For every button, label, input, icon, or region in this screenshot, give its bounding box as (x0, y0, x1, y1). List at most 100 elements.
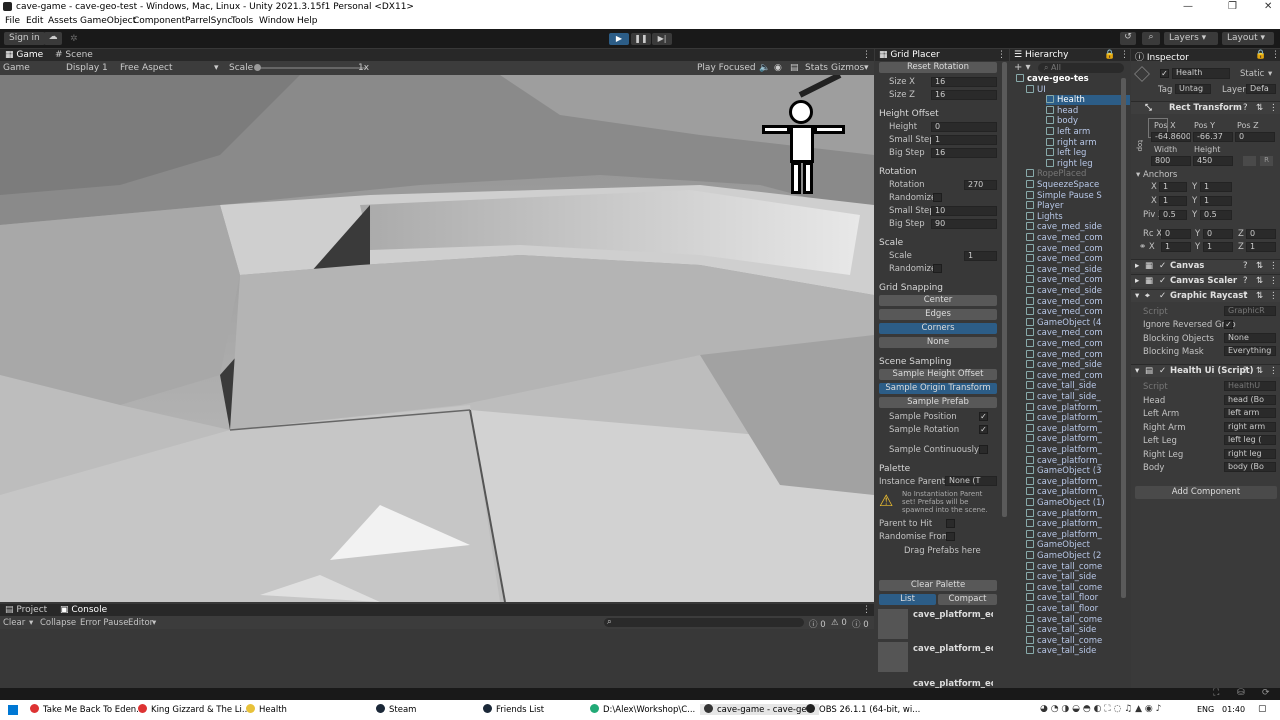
grid-placer-title[interactable]: ▦ Grid Placer (879, 50, 940, 60)
hierarchy-item[interactable]: cave_med_side (1026, 360, 1102, 370)
canvas-scaler-foldout-icon[interactable]: ▸ (1135, 276, 1139, 286)
inspector-menu-icon[interactable]: ⋮ (1271, 50, 1280, 60)
canvas-scaler-menu-icon[interactable]: ⋮ (1269, 276, 1278, 286)
visibility-icon[interactable]: ◉ (774, 63, 782, 73)
pivot-y-field[interactable]: 0.5 (1200, 210, 1232, 220)
panel-menu-icon[interactable]: ⋮ (862, 50, 871, 60)
menu-edit[interactable]: Edit (26, 16, 43, 26)
log-count[interactable]: ⓘ 0 (809, 618, 826, 630)
editor-chevron-icon[interactable]: ▾ (152, 618, 156, 628)
gameobject-name-field[interactable]: Health (1172, 68, 1230, 79)
menu-component[interactable]: Component (133, 16, 185, 26)
canvas-scaler-settings-icon[interactable]: ⇅ (1256, 276, 1263, 286)
error-count[interactable]: ⓘ 0 (852, 618, 869, 630)
status-icon-1[interactable]: ⛶ (1213, 688, 1219, 698)
clear-button[interactable]: Clear (3, 618, 25, 628)
canvas-scaler-help-icon[interactable]: ? (1243, 276, 1248, 286)
search-icon[interactable]: ⌕ (1142, 32, 1160, 45)
small-step-field[interactable]: 1 (931, 135, 997, 145)
hierarchy-item[interactable]: cave_med_com (1026, 275, 1103, 285)
blueprint-mode-icon[interactable] (1243, 156, 1256, 166)
compact-view-button[interactable]: Compact (938, 594, 997, 605)
hierarchy-item[interactable]: cave_tall_come (1026, 614, 1102, 625)
minimize-icon[interactable]: — (1183, 1, 1193, 12)
hierarchy-item[interactable]: body (1046, 116, 1078, 126)
hierarchy-item[interactable]: GameObject (1) (1026, 498, 1105, 508)
pos-y-field[interactable]: -66.37 (1193, 132, 1233, 142)
reset-rotation-button[interactable]: Reset Rotation (879, 62, 997, 73)
game-viewport[interactable] (0, 75, 874, 602)
hierarchy-item[interactable]: cave_med_com (1026, 243, 1103, 254)
hierarchy-item[interactable]: RopePlaced (1026, 169, 1086, 179)
raycaster-enabled-checkbox[interactable]: ✓ (1159, 291, 1166, 301)
taskbar-task[interactable]: OBS 26.1.1 (64-bit, wi... (806, 704, 920, 715)
collab-icon[interactable]: ✲ (70, 34, 78, 44)
pivot-x-field[interactable]: 0.5 (1159, 210, 1187, 220)
display-mode-dropdown[interactable]: Game (3, 63, 30, 73)
pos-z-field[interactable]: 0 (1235, 132, 1275, 142)
rect-menu-icon[interactable]: ⋮ (1269, 103, 1278, 113)
history-icon[interactable]: ↺ (1120, 32, 1136, 45)
display-dropdown[interactable]: Display 1 (66, 63, 108, 73)
gizmos-dropdown[interactable]: Gizmos (831, 63, 864, 73)
health-ui-menu-icon[interactable]: ⋮ (1269, 366, 1278, 376)
taskbar-clock[interactable]: 01:40 (1222, 705, 1245, 714)
scale-slider[interactable] (256, 67, 366, 69)
hierarchy-item[interactable]: Lights (1026, 211, 1063, 222)
hierarchy-lock-icon[interactable]: 🔒 (1104, 50, 1115, 60)
palette-item-3[interactable]: cave_platform_edge (913, 679, 993, 688)
inspector-lock-icon[interactable]: 🔒 (1255, 50, 1266, 60)
sign-in-button[interactable]: Sign in (4, 32, 45, 45)
anchor-min-x-field[interactable]: 1 (1159, 182, 1187, 192)
hierarchy-item[interactable]: GameObject (4 (1026, 317, 1101, 328)
health-ui-settings-icon[interactable]: ⇅ (1256, 366, 1263, 376)
scale-y-field[interactable]: 1 (1203, 242, 1233, 252)
hierarchy-item[interactable]: cave_platform_ (1026, 529, 1102, 540)
width-field[interactable]: 800 (1151, 156, 1191, 166)
static-chevron-icon[interactable]: ▾ (1268, 69, 1272, 79)
scale-slider-thumb[interactable] (254, 64, 261, 71)
maximize-icon[interactable]: ❐ (1228, 1, 1237, 12)
menu-file[interactable]: File (5, 16, 20, 26)
menu-window[interactable]: Window (259, 16, 295, 26)
layer-dropdown[interactable]: Defa (1246, 84, 1276, 94)
taskbar-task[interactable]: King Gizzard & The Li... (138, 704, 250, 715)
hierarchy-item[interactable]: SqueezeSpace (1026, 180, 1099, 190)
hierarchy-item[interactable]: cave_tall_side (1026, 381, 1096, 391)
bottom-panel-menu-icon[interactable]: ⋮ (862, 605, 871, 615)
audio-icon[interactable]: 🔈 (759, 63, 770, 73)
layers-dropdown[interactable]: Layers ▾ (1164, 32, 1218, 45)
height-field-insp[interactable]: 450 (1193, 156, 1233, 166)
hierarchy-item[interactable]: cave_platform_ (1026, 519, 1102, 529)
hierarchy-item[interactable]: right leg (1046, 158, 1093, 169)
error-pause-button[interactable]: Error Pause (80, 618, 128, 628)
big-step-field[interactable]: 16 (931, 148, 997, 158)
blocking-mask-dropdown[interactable]: Everything (1224, 346, 1276, 356)
sample-rotation-checkbox[interactable]: ✓ (979, 425, 988, 434)
clear-palette-button[interactable]: Clear Palette (879, 580, 997, 591)
health-field-value[interactable]: left leg ( (1224, 435, 1276, 446)
inspector-title[interactable]: ⓘ Inspector (1135, 50, 1189, 63)
console-search-input[interactable] (604, 618, 804, 627)
tab-project[interactable]: ▤ Project (5, 605, 47, 615)
taskbar-task[interactable]: Steam (376, 704, 416, 715)
hierarchy-item[interactable]: cave_med_side (1026, 286, 1102, 296)
snap-center-button[interactable]: Center (879, 295, 997, 306)
hierarchy-item[interactable]: head (1046, 105, 1078, 116)
pos-x-field[interactable]: -64.8600 (1151, 132, 1191, 142)
hierarchy-item[interactable]: cave_platform_ (1026, 455, 1102, 466)
sample-position-checkbox[interactable]: ✓ (979, 412, 988, 421)
tray-icons[interactable]: ◕ ◔ ◑ ◒ ◓ ◐ ⛶ ◌ ♫ ▲ ◉ ♪ (1040, 704, 1161, 714)
scale-field[interactable]: 1 (964, 251, 997, 261)
close-icon[interactable]: ✕ (1264, 1, 1272, 12)
tab-scene[interactable]: # Scene (55, 50, 93, 60)
hierarchy-item[interactable]: Player (1026, 201, 1063, 211)
health-field-value[interactable]: right arm (1224, 421, 1276, 432)
rect-settings-icon[interactable]: ⇅ (1256, 103, 1263, 113)
hierarchy-item[interactable]: cave_platform_ (1026, 413, 1102, 423)
hierarchy-item[interactable]: cave_med_com (1026, 307, 1103, 317)
hierarchy-item[interactable]: cave_med_side (1026, 264, 1102, 275)
snap-none-button[interactable]: None (879, 337, 997, 348)
warning-count[interactable]: ⚠ 0 (831, 618, 847, 628)
hierarchy-item[interactable]: cave_platform_ (1026, 508, 1102, 519)
